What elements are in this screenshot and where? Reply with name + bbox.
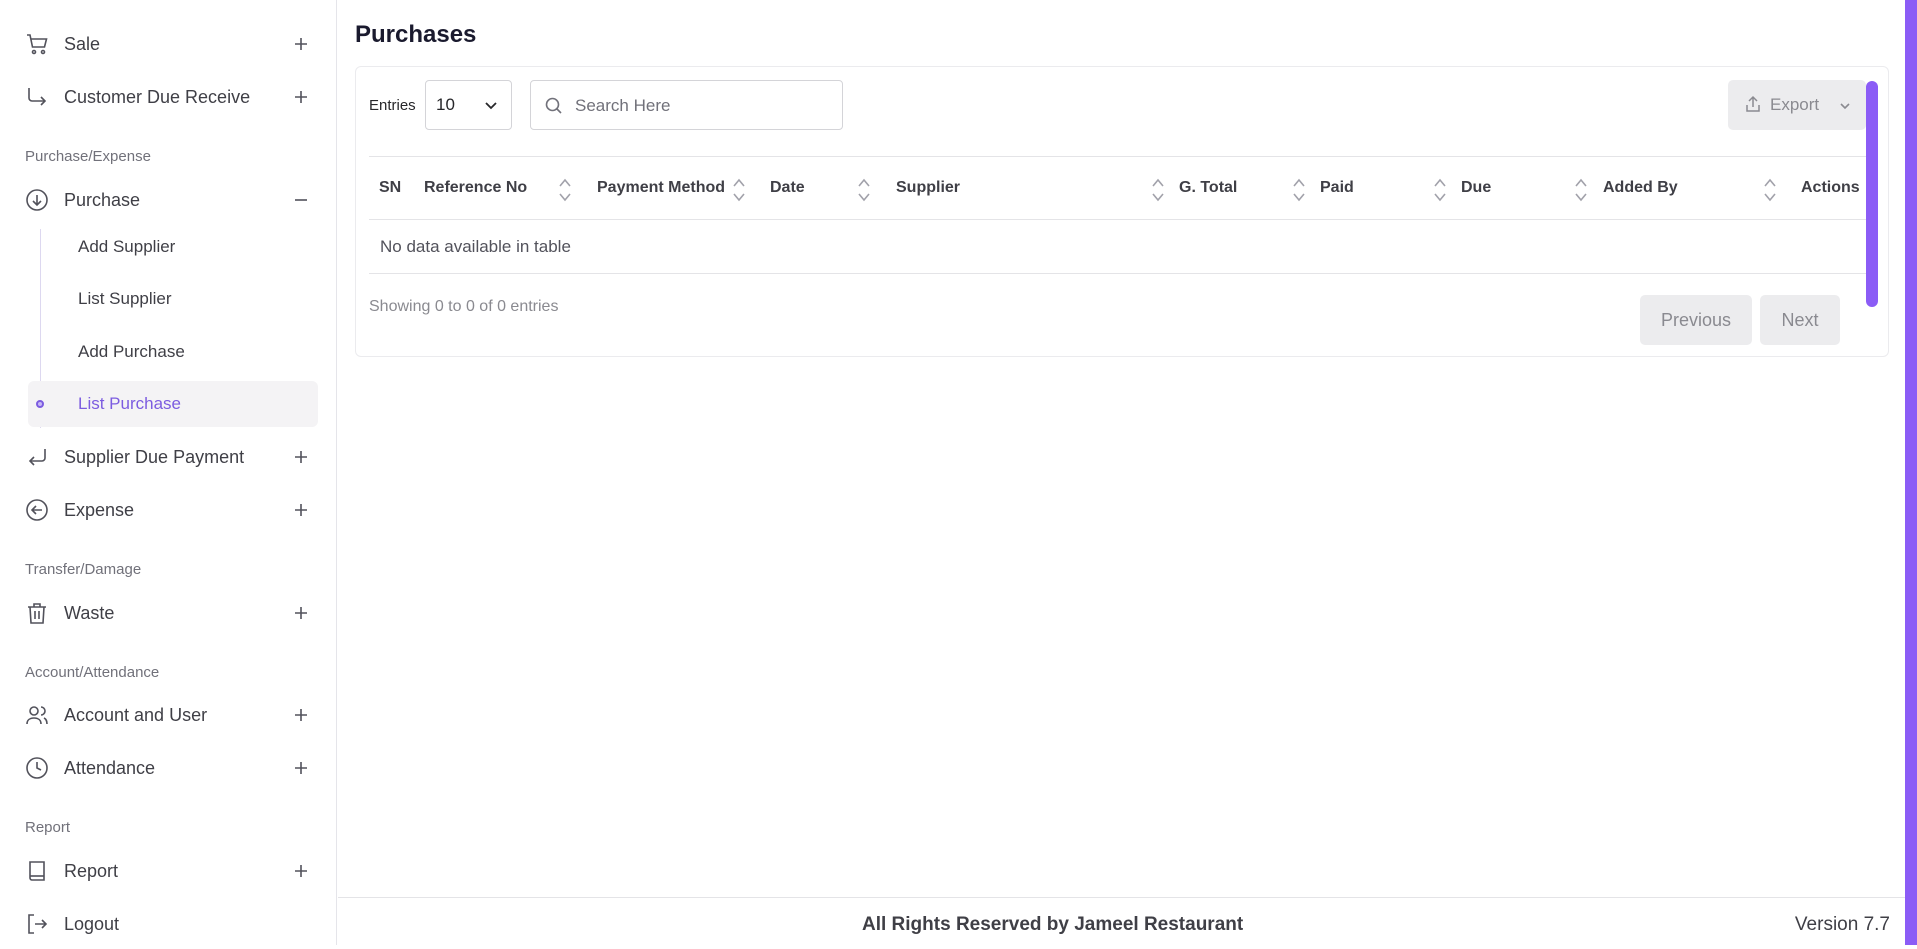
plus-icon[interactable] <box>293 760 309 776</box>
sidebar-item-label: Customer Due Receive <box>64 86 251 107</box>
users-icon <box>25 703 49 727</box>
search-icon <box>544 96 564 116</box>
previous-button[interactable]: Previous <box>1640 295 1752 345</box>
entries-select[interactable]: 10 <box>425 80 512 130</box>
sidebar-item-report[interactable]: Report <box>0 846 337 896</box>
section-heading-report: Report <box>25 819 71 836</box>
active-dot-icon <box>36 400 44 408</box>
sub-item-list-supplier[interactable]: List Supplier <box>28 276 318 322</box>
column-header-actions: Actions <box>1801 179 1860 196</box>
sub-item-add-supplier[interactable]: Add Supplier <box>28 224 318 270</box>
sidebar-item-waste[interactable]: Waste <box>0 588 337 638</box>
plus-icon[interactable] <box>293 605 309 621</box>
sub-item-label: List Purchase <box>78 394 181 413</box>
trash-icon <box>25 601 49 625</box>
table-header: SN Reference No Payment Method Date Supp… <box>369 156 1866 220</box>
upload-icon <box>1744 95 1762 113</box>
sort-icon[interactable] <box>857 176 871 204</box>
chevron-down-icon <box>483 97 499 113</box>
plus-icon[interactable] <box>293 449 309 465</box>
sort-icon[interactable] <box>1292 176 1306 204</box>
sidebar-item-expense[interactable]: Expense <box>0 485 337 535</box>
next-button[interactable]: Next <box>1760 295 1840 345</box>
version-text: Version 7.7 <box>1794 914 1890 935</box>
column-header-supplier[interactable]: Supplier <box>896 157 960 219</box>
sidebar-item-label: Sale <box>64 33 101 54</box>
section-heading-transfer-damage: Transfer/Damage <box>25 561 142 578</box>
empty-table-message: No data available in table <box>380 237 571 256</box>
plus-icon[interactable] <box>293 89 309 105</box>
plus-icon[interactable] <box>293 863 309 879</box>
arrow-down-circle-icon <box>25 188 49 212</box>
sidebar-item-label: Attendance <box>64 757 156 778</box>
sort-icon[interactable] <box>732 176 746 204</box>
copyright-text: All Rights Reserved by Jameel Restaurant <box>862 914 1244 935</box>
purchases-table-card: Entries 10 Export SN Reference N <box>355 66 1889 357</box>
clock-icon <box>25 756 49 780</box>
search-box <box>530 80 843 130</box>
main-content: Purchases Entries 10 Export SN <box>338 0 1917 945</box>
footer: All Rights Reserved by Jameel Restaurant… <box>338 897 1917 945</box>
page-scrollbar[interactable] <box>1905 0 1917 945</box>
chevron-down-icon <box>1838 98 1852 112</box>
column-header-g-total[interactable]: G. Total <box>1179 157 1237 219</box>
minus-icon[interactable] <box>293 192 309 208</box>
column-header-added-by[interactable]: Added By <box>1603 157 1678 219</box>
sidebar-item-label: Report <box>64 860 119 881</box>
column-header-payment-method[interactable]: Payment Method <box>597 157 725 219</box>
vertical-scrollbar[interactable] <box>1866 81 1878 307</box>
entries-value: 10 <box>436 95 455 114</box>
column-header-sn[interactable]: SN <box>379 157 401 219</box>
sort-icon[interactable] <box>1574 176 1588 204</box>
sort-icon[interactable] <box>558 176 572 204</box>
sort-icon[interactable] <box>1151 176 1165 204</box>
export-label: Export <box>1770 95 1820 114</box>
section-heading-purchase-expense: Purchase/Expense <box>25 148 151 165</box>
column-header-date[interactable]: Date <box>770 157 805 219</box>
cart-icon <box>25 32 49 56</box>
section-heading-account-attendance: Account/Attendance <box>25 664 160 681</box>
sidebar-item-attendance[interactable]: Attendance <box>0 743 337 793</box>
page-title: Purchases <box>355 21 477 48</box>
sidebar-item-logout[interactable]: Logout <box>0 899 337 949</box>
arrow-down-right-icon <box>25 85 49 109</box>
sidebar-item-label: Expense <box>64 499 135 520</box>
sidebar-item-supplier-due-payment[interactable]: Supplier Due Payment <box>0 432 337 482</box>
plus-icon[interactable] <box>293 502 309 518</box>
sidebar-item-account-and-user[interactable]: Account and User <box>0 690 337 740</box>
sort-icon[interactable] <box>1763 176 1777 204</box>
search-input[interactable] <box>575 93 830 119</box>
sidebar-item-label: Supplier Due Payment <box>64 446 245 467</box>
sort-icon[interactable] <box>1433 176 1447 204</box>
plus-icon[interactable] <box>293 707 309 723</box>
sub-item-list-purchase[interactable]: List Purchase <box>28 381 318 427</box>
sub-item-label: Add Supplier <box>78 237 176 256</box>
sidebar-item-sale[interactable]: Sale <box>0 19 337 69</box>
sidebar: Sale Customer Due Receive Purchase/Expen… <box>0 0 337 945</box>
sidebar-item-purchase[interactable]: Purchase <box>0 175 337 225</box>
plus-icon[interactable] <box>293 36 309 52</box>
book-icon <box>25 859 49 883</box>
column-header-paid[interactable]: Paid <box>1320 157 1354 219</box>
entries-label: Entries <box>369 97 416 114</box>
arrow-return-left-icon <box>25 445 49 469</box>
sidebar-item-label: Purchase <box>64 189 141 210</box>
sidebar-item-customer-due-receive[interactable]: Customer Due Receive <box>0 72 337 122</box>
column-header-due[interactable]: Due <box>1461 157 1491 219</box>
table-divider <box>369 273 1866 274</box>
export-button[interactable]: Export <box>1728 80 1866 130</box>
arrow-left-circle-icon <box>25 498 49 522</box>
sidebar-item-label: Logout <box>64 913 120 934</box>
logout-icon <box>25 912 49 936</box>
sub-item-label: List Supplier <box>78 289 172 308</box>
column-header-reference-no[interactable]: Reference No <box>424 157 527 219</box>
sidebar-item-label: Account and User <box>64 704 208 725</box>
sub-item-label: Add Purchase <box>78 342 185 361</box>
sidebar-item-label: Waste <box>64 602 115 623</box>
table-info: Showing 0 to 0 of 0 entries <box>369 298 559 315</box>
sub-item-add-purchase[interactable]: Add Purchase <box>28 329 318 375</box>
